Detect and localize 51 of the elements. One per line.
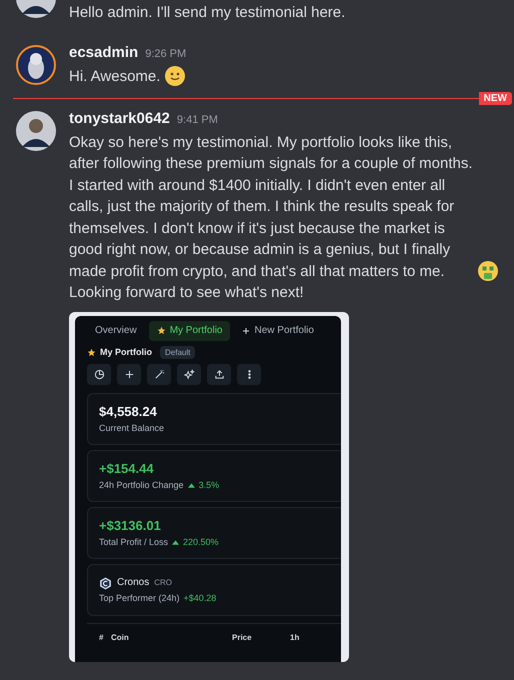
- coin-symbol: CRO: [154, 578, 172, 588]
- stat-value: +$3136.01: [99, 518, 162, 534]
- coin-name: Cronos: [117, 577, 150, 590]
- up-triangle-icon: [172, 540, 180, 545]
- stat-value: $4,558.24: [99, 404, 158, 420]
- column-header: Price: [232, 633, 253, 643]
- message-text: Looking forward to see what's next!: [69, 283, 305, 303]
- plus-icon: [124, 369, 134, 380]
- default-badge: Default: [160, 346, 196, 360]
- timestamp: 9:26 PM: [145, 46, 186, 62]
- column-header: Coin: [111, 633, 130, 643]
- plus-icon: [242, 326, 250, 334]
- coin-logo-icon: [99, 576, 112, 590]
- tab[interactable]: My Portfolio: [148, 320, 230, 340]
- stat-value: +$154.44: [99, 461, 155, 477]
- upload-icon: [214, 369, 224, 380]
- tool-button[interactable]: [87, 364, 111, 386]
- stat-label: Top Performer (24h): [99, 592, 180, 604]
- tool-button[interactable]: [237, 364, 261, 386]
- money-face-icon: [477, 260, 499, 282]
- up-triangle-icon: [188, 482, 195, 488]
- message-text: Hello admin. I'll send my testimonial here.: [69, 3, 346, 23]
- tool-button[interactable]: [147, 364, 171, 386]
- person-avatar[interactable]: [16, 111, 56, 151]
- stat-label: Total Profit / Loss: [99, 536, 168, 548]
- stat-label: Current Balance: [99, 422, 164, 434]
- message-text: Hi. Awesome.: [69, 66, 160, 86]
- change-value: 3.5%: [198, 480, 220, 491]
- change-value: +$40.28: [184, 592, 216, 604]
- new-badge: NEW: [478, 92, 512, 105]
- pie-chart-icon: [94, 369, 104, 380]
- tab[interactable]: New Portfolio: [234, 320, 322, 340]
- username[interactable]: tonystark0642: [69, 108, 170, 130]
- tool-button[interactable]: [117, 364, 141, 386]
- tool-button[interactable]: [207, 364, 231, 386]
- timestamp: 9:41 PM: [176, 113, 218, 128]
- tool-button[interactable]: [177, 364, 201, 386]
- tab[interactable]: Overview: [87, 320, 145, 340]
- username[interactable]: ecsadmin: [69, 42, 138, 63]
- message-text: Okay so here's my testimonial. My portfolio looks like this, after following these premium signals for a couple of months. I started with around $1400 initially. I didn't even enter all calls, just the majority of them. I think the results speak for themselves. I don't know if it's just because the market is good right now, or because admin is a genius, but I finally made profit from crypto, and that's all that matters to me.: [69, 132, 473, 282]
- column-header: 1h: [290, 633, 300, 643]
- column-header: #: [99, 633, 104, 643]
- change-value: 220.50%: [183, 536, 219, 548]
- smiling-face-icon: [164, 65, 186, 87]
- stat-label: 24h Portfolio Change: [99, 480, 184, 491]
- magic-wand-icon: [154, 369, 164, 380]
- portfolio-title: My Portfolio: [100, 346, 152, 358]
- star-icon: [156, 326, 166, 335]
- sparkle-icon: [184, 369, 194, 380]
- owl-avatar[interactable]: [16, 44, 56, 84]
- star-icon: [87, 348, 96, 357]
